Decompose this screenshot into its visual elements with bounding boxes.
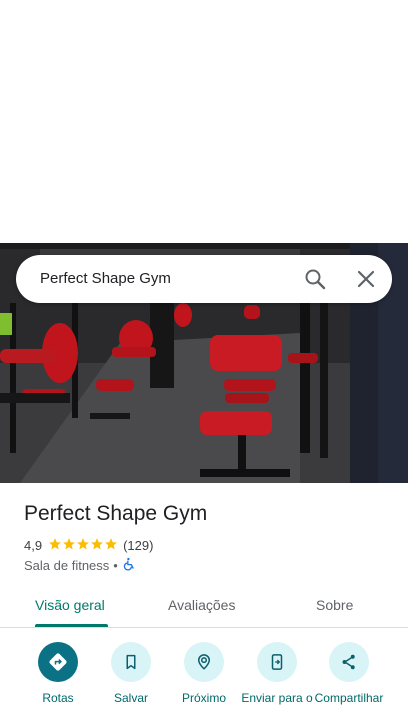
tab-reviews[interactable]: Avaliações [168, 597, 235, 613]
separator: • [113, 558, 118, 573]
share-button[interactable]: Compartilhar [312, 642, 386, 705]
nearby-label: Próximo [181, 691, 226, 705]
send-to-phone-label: Enviar para o [241, 691, 313, 705]
rating-row[interactable]: 4,9 (129) [24, 537, 153, 553]
share-label: Compartilhar [314, 691, 384, 705]
directions-label: Rotas [42, 691, 74, 705]
search-icon[interactable] [304, 268, 326, 290]
star-icon [48, 537, 62, 554]
rating-value: 4,9 [24, 537, 43, 553]
star-icon [90, 537, 104, 554]
tab-overview[interactable]: Visão geral [35, 597, 105, 613]
share-icon [329, 642, 369, 682]
search-bar[interactable]: Perfect Shape Gym [16, 255, 392, 303]
place-category: Sala de fitness [24, 558, 110, 573]
close-icon[interactable] [355, 268, 377, 290]
place-sheet: Perfect Shape Gym Perfect Shape Gym 4,9 … [0, 0, 408, 726]
save-button[interactable]: Salvar [94, 642, 168, 705]
star-rating [48, 537, 118, 554]
save-label: Salvar [113, 691, 148, 705]
wheelchair-icon [122, 557, 136, 574]
review-count: (129) [123, 537, 154, 553]
nearby-button[interactable]: Próximo [167, 642, 241, 705]
tab-about[interactable]: Sobre [316, 597, 353, 613]
map-area[interactable] [0, 0, 408, 243]
place-title: Perfect Shape Gym [24, 502, 208, 525]
action-bar: Rotas Salvar Próximo Enviar para o Compa… [0, 628, 408, 726]
tab-bar: Visão geral Avaliações Sobre [0, 587, 408, 628]
directions-icon [38, 642, 78, 682]
star-icon [104, 537, 118, 554]
active-tab-indicator [35, 624, 108, 627]
category-row: Sala de fitness • [24, 557, 136, 574]
directions-button[interactable]: Rotas [21, 642, 95, 705]
bookmark-icon [111, 642, 151, 682]
nearby-icon [184, 642, 224, 682]
star-icon [62, 537, 76, 554]
send-to-phone-icon [257, 642, 297, 682]
search-input[interactable]: Perfect Shape Gym [40, 270, 171, 287]
star-icon [76, 537, 90, 554]
send-to-phone-button[interactable]: Enviar para o [240, 642, 314, 705]
